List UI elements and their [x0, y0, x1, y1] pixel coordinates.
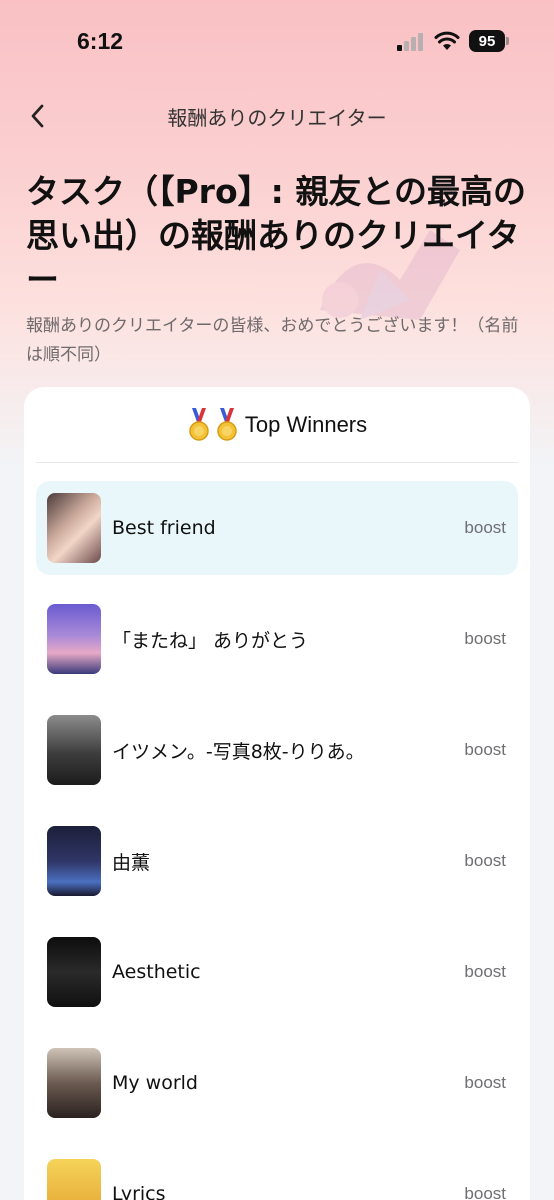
- medal-icon: [217, 408, 237, 441]
- wifi-icon: [434, 31, 460, 50]
- status-time: 6:12: [77, 28, 124, 54]
- winner-name: My world: [112, 1072, 198, 1094]
- battery-indicator: 95: [469, 30, 505, 52]
- page-subtitle: 報酬ありのクリエイターの皆様、おめでとうございます！（名前は順不同）: [26, 316, 519, 365]
- cellular-signal-icon: [397, 33, 425, 51]
- winner-row[interactable]: 「またね」 ありがとう boost: [36, 592, 518, 686]
- winner-thumbnail: [47, 826, 101, 896]
- winner-name: イツメン。-写真8枚-りりあ。: [112, 740, 365, 763]
- winner-thumbnail: [47, 1159, 101, 1200]
- winner-row[interactable]: Best friend boost: [36, 481, 518, 575]
- winner-name: Lyrics: [112, 1183, 166, 1200]
- medal-icon: [189, 408, 209, 441]
- winner-name: Aesthetic: [112, 961, 201, 983]
- winners-card: Top Winners Best friend boost 「またね」 ありがと…: [24, 387, 530, 1200]
- nav-title: 報酬ありのクリエイター: [167, 106, 387, 130]
- winner-row[interactable]: Aesthetic boost: [36, 925, 518, 1019]
- boost-button[interactable]: boost: [464, 814, 506, 908]
- boost-button[interactable]: boost: [464, 592, 506, 686]
- winner-name: Best friend: [112, 517, 216, 539]
- card-header: Top Winners: [24, 387, 530, 463]
- boost-button[interactable]: boost: [464, 1036, 506, 1130]
- winner-row[interactable]: My world boost: [36, 1036, 518, 1130]
- winner-row[interactable]: 由薫 boost: [36, 814, 518, 908]
- card-title: Top Winners: [244, 412, 368, 437]
- winner-row[interactable]: Lyrics boost: [36, 1147, 518, 1200]
- winner-thumbnail: [47, 937, 101, 1007]
- status-bar: 6:12 95: [0, 0, 554, 84]
- winner-row[interactable]: イツメン。-写真8枚-りりあ。 boost: [36, 703, 518, 797]
- divider: [36, 462, 518, 463]
- page-title: タスク（【Pro】: 親友との最高の思い出）の報酬ありのクリエイター: [26, 172, 526, 299]
- boost-button[interactable]: boost: [464, 925, 506, 1019]
- winner-name: 「またね」 ありがとう: [112, 629, 309, 652]
- winner-thumbnail: [47, 604, 101, 674]
- boost-button[interactable]: boost: [464, 481, 506, 575]
- winner-thumbnail: [47, 715, 101, 785]
- boost-button[interactable]: boost: [464, 1147, 506, 1200]
- winner-name: 由薫: [112, 851, 151, 874]
- winner-thumbnail: [47, 493, 101, 563]
- winner-thumbnail: [47, 1048, 101, 1118]
- chevron-left-icon: [31, 104, 44, 128]
- back-button[interactable]: [22, 100, 52, 132]
- battery-tip: [506, 37, 509, 45]
- boost-button[interactable]: boost: [464, 703, 506, 797]
